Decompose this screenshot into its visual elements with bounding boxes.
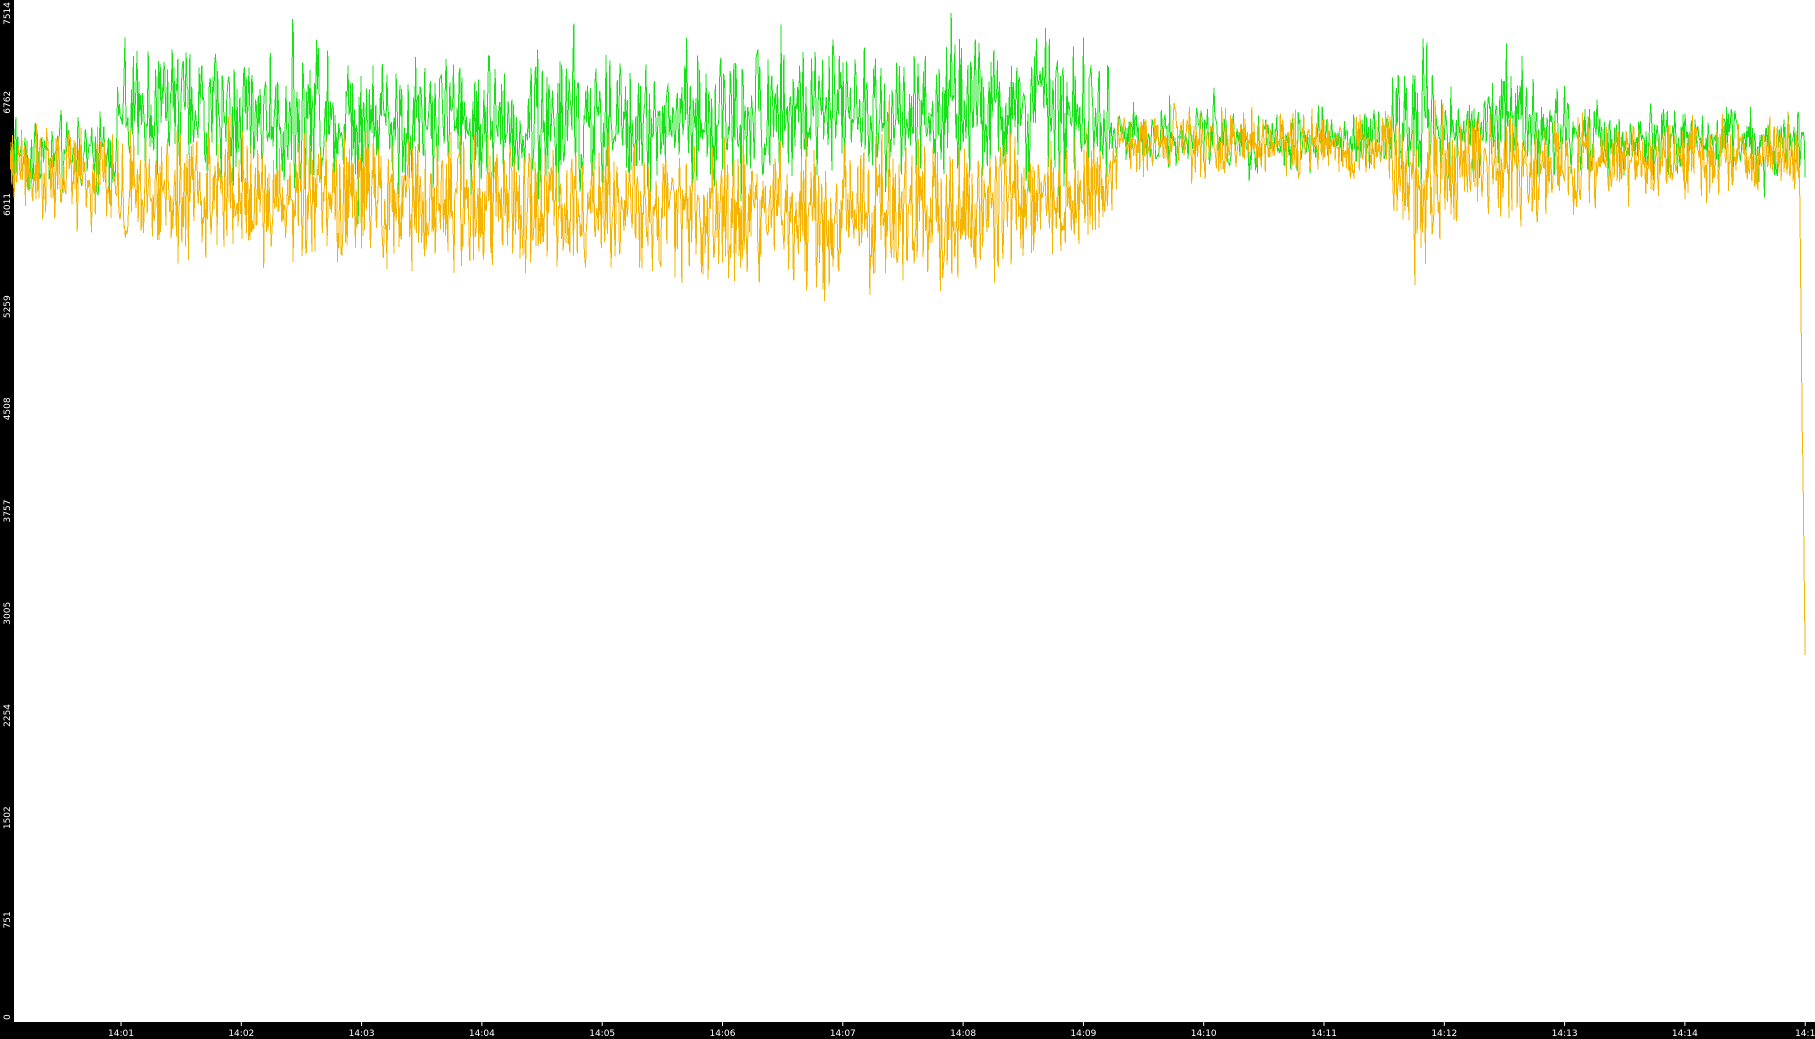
- x-tick-label: 14:10: [1191, 1029, 1217, 1039]
- x-tick-label: 14:11: [1311, 1029, 1337, 1039]
- chart-canvas: 0 751 1502 2254 3005 3757 4508 5259 6011 6762 7514…: [0, 0, 1815, 1039]
- x-tick-label: 14:09: [1070, 1029, 1096, 1039]
- y-tick-label: 6762: [3, 91, 13, 114]
- y-tick-label: 3757: [3, 500, 13, 523]
- x-tick-label: 14:07: [830, 1029, 856, 1039]
- y-tick-label: 0: [3, 1014, 13, 1020]
- y-tick-label: 7514: [3, 2, 13, 25]
- x-tick-label: 14:14: [1672, 1029, 1698, 1039]
- y-tick-label: 1502: [3, 806, 13, 829]
- x-tick-label: 14:03: [349, 1029, 375, 1039]
- x-tick-label: 14:06: [710, 1029, 736, 1039]
- y-tick-label: 6011: [3, 193, 13, 216]
- x-tick-label: 14:02: [228, 1029, 254, 1039]
- x-tick-label: 14:12: [1431, 1029, 1457, 1039]
- x-tick-label: 14:04: [469, 1029, 495, 1039]
- y-tick-label: 5259: [3, 295, 13, 318]
- x-tick-label: 14:08: [950, 1029, 976, 1039]
- y-tick-label: 751: [3, 911, 13, 928]
- y-tick-label: 4508: [3, 397, 13, 420]
- x-tick-label: 14:05: [589, 1029, 615, 1039]
- y-tick-label: 2254: [3, 704, 13, 727]
- x-tick-label: 14:01: [108, 1029, 134, 1039]
- y-tick-label: 3005: [3, 602, 13, 625]
- x-tick-label: 14:13: [1552, 1029, 1578, 1039]
- x-tick-label: 14:1: [1795, 1029, 1815, 1039]
